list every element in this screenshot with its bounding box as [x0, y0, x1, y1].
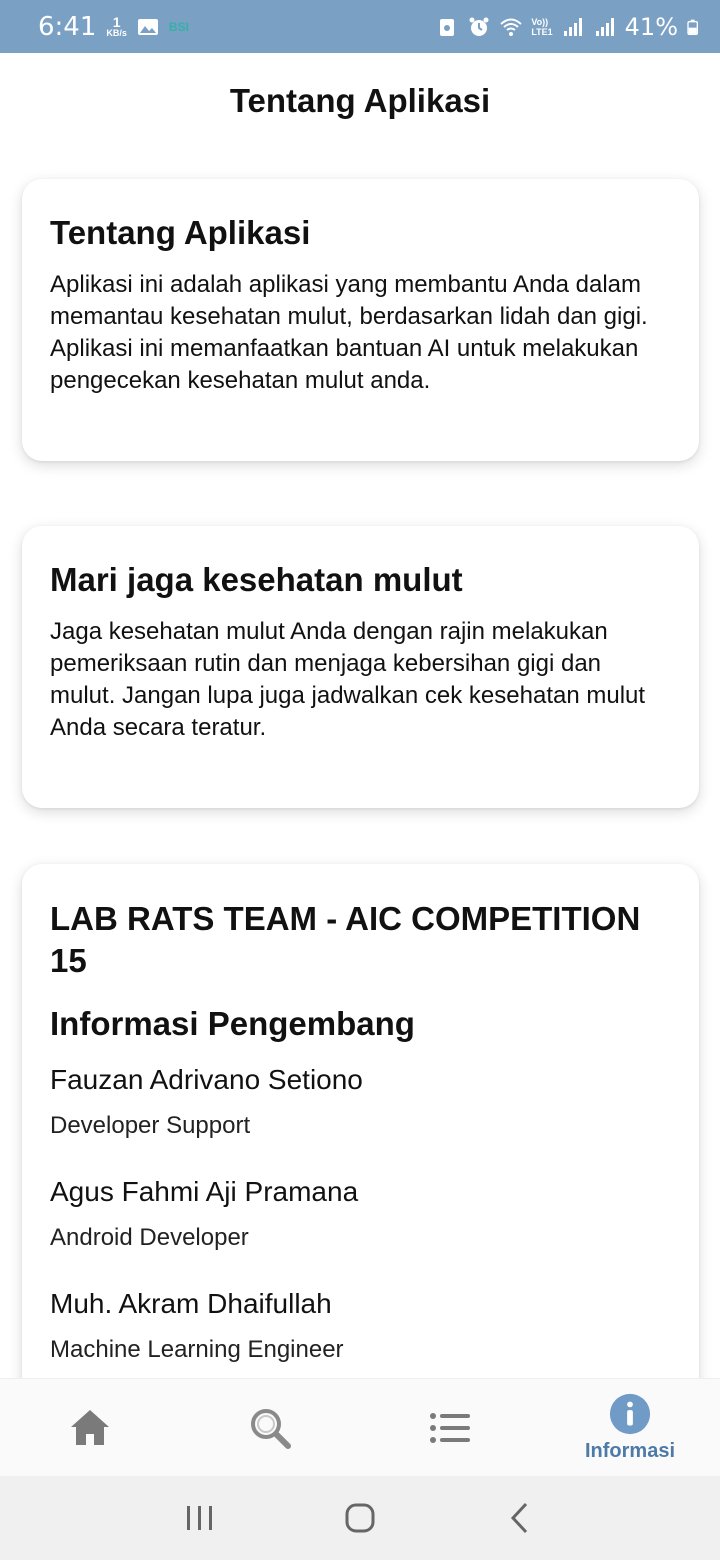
- developer-name: Fauzan Adrivano Setiono: [50, 1064, 363, 1095]
- oral-health-card: Mari jaga kesehatan mulut Jaga kesehatan…: [22, 526, 699, 808]
- volte-indicator: Vo)) LTE1: [531, 17, 552, 37]
- nav-informasi[interactable]: Informasi: [540, 1379, 720, 1476]
- gallery-icon: [137, 18, 158, 35]
- signal-icon-2: [595, 17, 614, 36]
- network-speed-unit: KB/s: [106, 28, 127, 38]
- system-navigation: [0, 1476, 720, 1560]
- volte-bottom: LTE1: [531, 26, 553, 37]
- developer-info-heading: Informasi Pengembang: [50, 1005, 415, 1042]
- page-title: Tentang Aplikasi: [229, 82, 491, 119]
- developer-name: Muh. Akram Dhaifullah: [50, 1288, 332, 1319]
- nav-informasi-label: Informasi: [584, 1440, 676, 1462]
- nav-list[interactable]: [360, 1379, 540, 1476]
- developer-role: Developer Support: [50, 1112, 251, 1139]
- recent-apps-button[interactable]: [180, 1498, 220, 1538]
- about-card-body: Aplikasi ini adalah aplikasi yang memban…: [50, 271, 648, 394]
- about-card: Tentang Aplikasi Aplikasi ini adalah apl…: [22, 179, 699, 461]
- status-left: 6:41 1 KB/s BSI: [38, 12, 189, 42]
- recycle-icon: [440, 18, 455, 36]
- battery-percentage: 41%: [624, 12, 678, 41]
- developer-role: Android Developer: [50, 1224, 249, 1251]
- oral-health-card-title: Mari jaga kesehatan mulut: [50, 561, 463, 598]
- network-speed: 1 KB/s: [106, 15, 127, 38]
- status-time: 6:41: [38, 11, 97, 42]
- search-icon: [251, 1408, 291, 1449]
- bottom-navigation: Informasi: [0, 1378, 720, 1476]
- team-title: LAB RATS TEAM - AIC COMPETITION 15: [50, 900, 641, 979]
- status-right: Vo)) LTE1 41%: [435, 13, 702, 41]
- nav-search[interactable]: [180, 1379, 360, 1476]
- home-icon: [71, 1409, 109, 1445]
- wifi-icon: [500, 18, 522, 36]
- nav-home[interactable]: [0, 1379, 180, 1476]
- back-icon: [510, 1502, 528, 1534]
- battery-icon: [687, 19, 698, 35]
- home-circle-icon: [345, 1503, 375, 1533]
- developer-item: Muh. Akram Dhaifullah Machine Learning E…: [50, 1286, 671, 1366]
- bsi-icon: BSI: [168, 19, 189, 34]
- back-button[interactable]: [500, 1498, 540, 1538]
- status-bar: 6:41 1 KB/s BSI Vo)) LTE1 41%: [0, 0, 720, 53]
- developer-role: Machine Learning Engineer: [50, 1336, 344, 1363]
- developer-item: Fauzan Adrivano Setiono Developer Suppor…: [50, 1062, 671, 1142]
- oral-health-card-body: Jaga kesehatan mulut Anda dengan rajin m…: [50, 618, 646, 741]
- volte-top: Vo)): [531, 16, 549, 27]
- about-card-title: Tentang Aplikasi: [50, 214, 311, 251]
- list-icon: [430, 1412, 470, 1443]
- home-button[interactable]: [340, 1498, 380, 1538]
- developer-item: Agus Fahmi Aji Pramana Android Developer: [50, 1174, 671, 1254]
- developer-name: Agus Fahmi Aji Pramana: [50, 1176, 359, 1207]
- signal-icon-1: [563, 17, 582, 36]
- alarm-icon: [469, 17, 489, 36]
- info-icon: [609, 1393, 651, 1435]
- recent-apps-icon: [187, 1506, 212, 1530]
- team-card: LAB RATS TEAM - AIC COMPETITION 15 Infor…: [22, 864, 699, 1404]
- network-speed-value: 1: [112, 14, 121, 30]
